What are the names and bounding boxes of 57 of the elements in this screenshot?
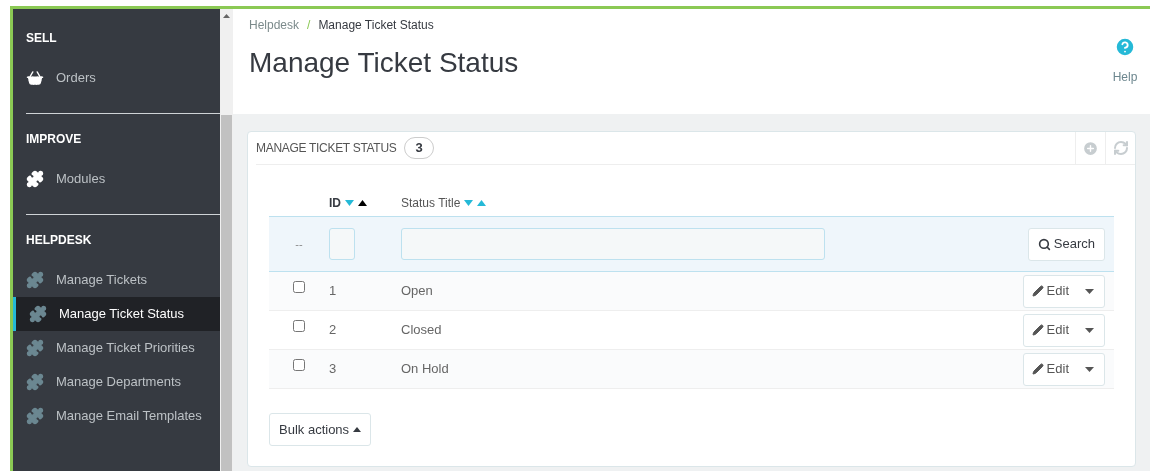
scroll-up-icon[interactable] (223, 14, 230, 18)
title-cell-text: Open (401, 282, 433, 301)
sidebar-item[interactable]: Modules (13, 162, 220, 196)
help-button[interactable]: Help (1112, 36, 1138, 86)
row-checkbox[interactable] (293, 320, 305, 332)
filter-dash: -- (294, 236, 304, 252)
title-cell-text: On Hold (401, 360, 449, 379)
sidebar-item[interactable]: Manage Email Templates (13, 399, 220, 433)
puzzle-icon (26, 339, 44, 357)
refresh-icon[interactable] (1112, 140, 1129, 156)
section-heading: IMPROVE (26, 131, 83, 148)
id-filter-field[interactable] (329, 228, 355, 260)
edit-button[interactable]: Edit (1022, 352, 1105, 386)
page-title: Manage Ticket Status (249, 46, 519, 80)
id-cell-text: 3 (329, 360, 338, 379)
pencil-icon (1031, 285, 1044, 297)
section-heading: SELL (26, 30, 58, 47)
panel-title: MANAGE TICKET STATUS (256, 140, 397, 157)
sort-down-icon[interactable] (345, 199, 354, 206)
id-cell-text: 2 (329, 321, 338, 340)
breadcrumb-link[interactable]: Helpdesk (249, 16, 300, 34)
sort-down-icon[interactable] (464, 199, 474, 206)
puzzle-icon (26, 170, 44, 188)
pencil-icon (1031, 324, 1044, 336)
caret-icon (1085, 366, 1094, 372)
bulk-actions-button[interactable]: Bulk actions (269, 413, 372, 446)
column-header[interactable]: Status Title (401, 193, 461, 212)
sidebar-item[interactable]: Manage Ticket Priorities (13, 331, 220, 365)
puzzle-icon (26, 407, 44, 425)
id-cell-text: 1 (329, 282, 338, 301)
search-button[interactable]: Search (1027, 227, 1105, 261)
title-filter-field[interactable] (401, 228, 825, 260)
search-icon (1037, 237, 1051, 251)
breadcrumb-separator: / (307, 17, 311, 34)
puzzle-icon (26, 271, 44, 289)
sidebar-item[interactable]: Manage Tickets (13, 263, 220, 297)
caret-icon (1085, 327, 1094, 333)
pencil-icon (1031, 363, 1044, 375)
section-heading: HELPDESK (26, 232, 93, 249)
row-checkbox[interactable] (293, 281, 305, 293)
caret-icon (353, 427, 362, 432)
scrollbar[interactable] (220, 9, 233, 471)
basket-icon (26, 69, 44, 87)
sidebar-item[interactable]: Orders (13, 61, 220, 95)
sidebar-item[interactable]: Manage Departments (13, 365, 220, 399)
caret-icon (1085, 288, 1094, 294)
edit-button[interactable]: Edit (1022, 313, 1105, 347)
row-checkbox[interactable] (293, 359, 305, 371)
column-header[interactable]: ID (329, 193, 341, 212)
puzzle-icon (26, 373, 44, 391)
title-cell-text: Closed (401, 321, 442, 340)
sidebar-item[interactable]: Manage Ticket Status (13, 297, 220, 331)
puzzle-icon (29, 305, 47, 323)
add-icon[interactable] (1082, 139, 1099, 157)
breadcrumb-current: Manage Ticket Status (318, 17, 434, 34)
edit-button[interactable]: Edit (1022, 274, 1105, 308)
sort-up-icon[interactable] (358, 199, 367, 206)
